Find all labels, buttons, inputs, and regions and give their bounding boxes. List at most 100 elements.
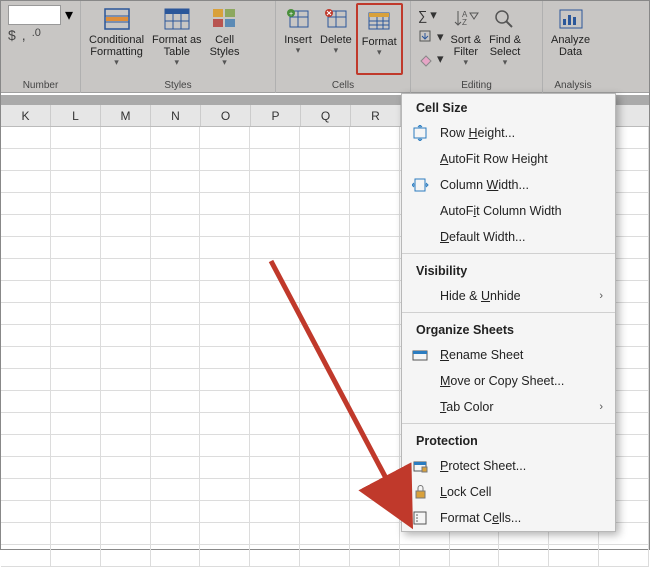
menu-row-height[interactable]: Row Height... bbox=[402, 120, 615, 146]
grid-cell[interactable] bbox=[151, 215, 201, 236]
grid-cell[interactable] bbox=[300, 457, 350, 478]
grid-cell[interactable] bbox=[350, 193, 400, 214]
grid-cell[interactable] bbox=[1, 193, 51, 214]
cell-styles-button[interactable]: Cell Styles▾ bbox=[206, 3, 244, 75]
fill-button[interactable]: ▾ bbox=[418, 27, 444, 47]
grid-cell[interactable] bbox=[200, 479, 250, 500]
grid-cell[interactable] bbox=[350, 303, 400, 324]
grid-cell[interactable] bbox=[300, 545, 350, 566]
grid-cell[interactable] bbox=[151, 347, 201, 368]
grid-cell[interactable] bbox=[151, 303, 201, 324]
grid-cell[interactable] bbox=[350, 501, 400, 522]
grid-cell[interactable] bbox=[51, 435, 101, 456]
analyze-data-button[interactable]: Analyze Data bbox=[547, 3, 594, 75]
grid-cell[interactable] bbox=[51, 457, 101, 478]
grid-cell[interactable] bbox=[101, 193, 151, 214]
grid-cell[interactable] bbox=[151, 523, 201, 544]
grid-cell[interactable] bbox=[250, 391, 300, 412]
grid-cell[interactable] bbox=[350, 171, 400, 192]
grid-cell[interactable] bbox=[151, 545, 201, 566]
grid-cell[interactable] bbox=[300, 413, 350, 434]
grid-cell[interactable] bbox=[51, 259, 101, 280]
grid-cell[interactable] bbox=[200, 237, 250, 258]
grid-cell[interactable] bbox=[51, 193, 101, 214]
grid-cell[interactable] bbox=[350, 457, 400, 478]
menu-protect-sheet[interactable]: Protect Sheet... bbox=[402, 453, 615, 479]
grid-cell[interactable] bbox=[151, 127, 201, 148]
menu-autofit-col[interactable]: AutoFit Column Width bbox=[402, 198, 615, 224]
grid-cell[interactable] bbox=[250, 501, 300, 522]
grid-cell[interactable] bbox=[1, 347, 51, 368]
grid-cell[interactable] bbox=[350, 215, 400, 236]
format-button[interactable]: Format▾ bbox=[356, 3, 403, 75]
grid-cell[interactable] bbox=[200, 325, 250, 346]
grid-cell[interactable] bbox=[250, 215, 300, 236]
grid-cell[interactable] bbox=[51, 413, 101, 434]
column-header[interactable]: M bbox=[101, 105, 151, 126]
grid-cell[interactable] bbox=[1, 127, 51, 148]
find-select-button[interactable]: Find & Select▾ bbox=[485, 3, 525, 75]
grid-cell[interactable] bbox=[200, 127, 250, 148]
grid-cell[interactable] bbox=[250, 413, 300, 434]
grid-cell[interactable] bbox=[151, 281, 201, 302]
grid-cell[interactable] bbox=[1, 413, 51, 434]
grid-cell[interactable] bbox=[350, 545, 400, 566]
grid-cell[interactable] bbox=[350, 149, 400, 170]
grid-cell[interactable] bbox=[1, 435, 51, 456]
grid-cell[interactable] bbox=[200, 501, 250, 522]
grid-cell[interactable] bbox=[51, 545, 101, 566]
grid-cell[interactable] bbox=[101, 391, 151, 412]
grid-cell[interactable] bbox=[101, 149, 151, 170]
grid-cell[interactable] bbox=[350, 259, 400, 280]
grid-cell[interactable] bbox=[300, 281, 350, 302]
grid-cell[interactable] bbox=[51, 325, 101, 346]
grid-cell[interactable] bbox=[101, 501, 151, 522]
grid-cell[interactable] bbox=[51, 303, 101, 324]
grid-cell[interactable] bbox=[1, 545, 51, 566]
grid-cell[interactable] bbox=[300, 369, 350, 390]
grid-cell[interactable] bbox=[250, 369, 300, 390]
grid-cell[interactable] bbox=[300, 501, 350, 522]
grid-cell[interactable] bbox=[101, 171, 151, 192]
increase-decimal-icon[interactable]: .0 bbox=[32, 27, 41, 43]
insert-button[interactable]: + Insert▾ bbox=[280, 3, 316, 75]
menu-column-width[interactable]: Column Width... bbox=[402, 172, 615, 198]
grid-cell[interactable] bbox=[51, 391, 101, 412]
grid-cell[interactable] bbox=[200, 457, 250, 478]
grid-cell[interactable] bbox=[200, 347, 250, 368]
grid-cell[interactable] bbox=[200, 435, 250, 456]
grid-cell[interactable] bbox=[151, 259, 201, 280]
grid-cell[interactable] bbox=[250, 193, 300, 214]
menu-hide-unhide[interactable]: Hide & Unhide› bbox=[402, 283, 615, 309]
grid-cell[interactable] bbox=[101, 545, 151, 566]
grid-cell[interactable] bbox=[51, 281, 101, 302]
column-header[interactable]: P bbox=[251, 105, 301, 126]
grid-cell[interactable] bbox=[350, 369, 400, 390]
grid-cell[interactable] bbox=[151, 435, 201, 456]
grid-cell[interactable] bbox=[300, 149, 350, 170]
grid-cell[interactable] bbox=[151, 457, 201, 478]
grid-cell[interactable] bbox=[101, 479, 151, 500]
grid-cell[interactable] bbox=[1, 391, 51, 412]
number-format-box[interactable] bbox=[8, 5, 61, 25]
column-header[interactable]: Q bbox=[301, 105, 351, 126]
grid-cell[interactable] bbox=[51, 149, 101, 170]
grid-cell[interactable] bbox=[151, 413, 201, 434]
grid-cell[interactable] bbox=[250, 171, 300, 192]
grid-cell[interactable] bbox=[1, 325, 51, 346]
conditional-formatting-button[interactable]: Conditional Formatting▾ bbox=[85, 3, 148, 75]
grid-cell[interactable] bbox=[101, 303, 151, 324]
grid-cell[interactable] bbox=[300, 193, 350, 214]
grid-cell[interactable] bbox=[200, 391, 250, 412]
grid-cell[interactable] bbox=[101, 281, 151, 302]
grid-cell[interactable] bbox=[51, 523, 101, 544]
grid-cell[interactable] bbox=[300, 435, 350, 456]
grid-cell[interactable] bbox=[1, 281, 51, 302]
grid-cell[interactable] bbox=[51, 237, 101, 258]
grid-cell[interactable] bbox=[101, 215, 151, 236]
menu-default-width[interactable]: Default Width... bbox=[402, 224, 615, 250]
column-header[interactable]: L bbox=[51, 105, 101, 126]
grid-cell[interactable] bbox=[250, 303, 300, 324]
grid-cell[interactable] bbox=[300, 303, 350, 324]
grid-cell[interactable] bbox=[300, 479, 350, 500]
